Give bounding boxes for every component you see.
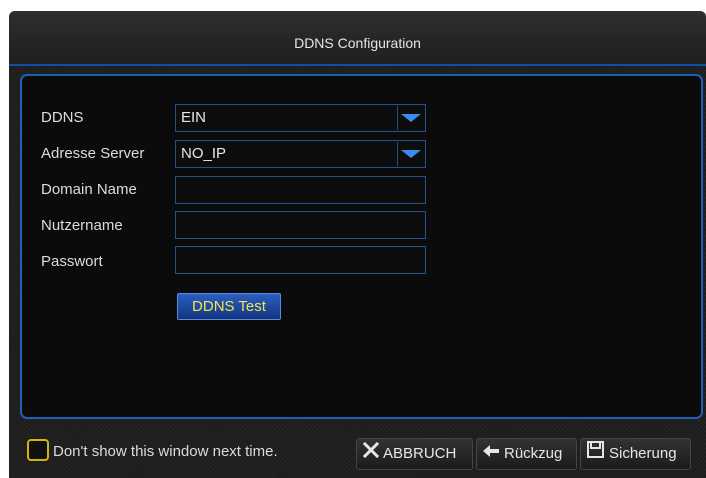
dont-show-checkbox[interactable] (27, 439, 49, 461)
window-title: DDNS Configuration (294, 35, 421, 51)
password-field[interactable] (175, 246, 426, 274)
back-label: Rückzug (504, 445, 563, 462)
domain-label: Domain Name (41, 181, 137, 198)
server-label: Adresse Server (41, 145, 145, 162)
arrow-left-icon (482, 439, 500, 469)
settings-panel: DDNS EIN Adresse Server NO_IP Domain Nam… (20, 74, 703, 419)
back-button[interactable]: Rückzug (476, 438, 577, 470)
title-bar: DDNS Configuration (9, 11, 706, 66)
cancel-label: ABBRUCH (383, 445, 457, 462)
ddns-label: DDNS (41, 109, 84, 126)
chevron-down-icon[interactable] (397, 106, 424, 130)
server-select-value: NO_IP (181, 145, 227, 162)
save-label: Sicherung (609, 445, 677, 462)
user-label: Nutzername (41, 217, 123, 234)
domain-field[interactable] (175, 176, 426, 204)
user-field[interactable] (175, 211, 426, 239)
close-icon (362, 439, 380, 469)
save-button[interactable]: Sicherung (580, 438, 691, 470)
password-label: Passwort (41, 253, 103, 270)
ddns-config-window: DDNS Configuration DDNS EIN Adresse Serv… (9, 11, 706, 478)
chevron-down-icon[interactable] (397, 142, 424, 166)
dont-show-label: Don't show this window next time. (53, 443, 278, 460)
ddns-test-button[interactable]: DDNS Test (177, 293, 281, 320)
ddns-select-value: EIN (181, 109, 207, 126)
ddns-select[interactable]: EIN (175, 104, 426, 132)
floppy-disk-icon (587, 439, 604, 469)
cancel-button[interactable]: ABBRUCH (356, 438, 473, 470)
server-select[interactable]: NO_IP (175, 140, 426, 168)
